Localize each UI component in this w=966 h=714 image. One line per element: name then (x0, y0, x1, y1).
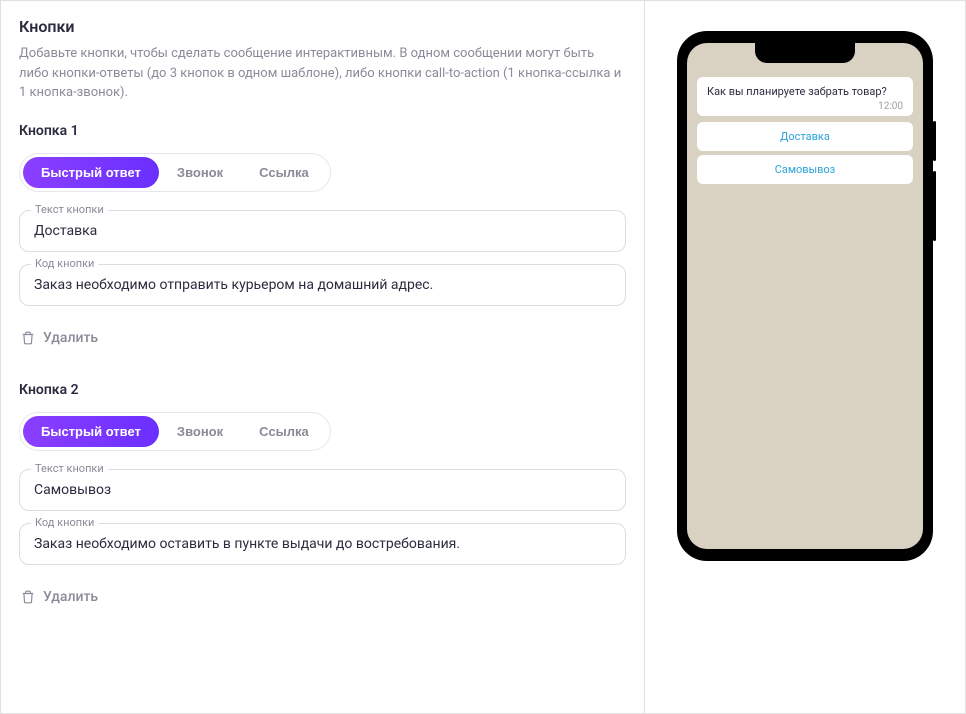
seg-link[interactable]: Ссылка (241, 416, 327, 447)
delete-button-1[interactable]: Удалить (19, 326, 100, 350)
seg-call[interactable]: Звонок (159, 157, 241, 188)
button-2-type-selector: Быстрый ответ Звонок Ссылка (19, 412, 331, 451)
seg-quick-reply[interactable]: Быстрый ответ (23, 416, 159, 447)
preview-message-time: 12:00 (707, 101, 903, 112)
preview-message-bubble: Как вы планируете забрать товар? 12:00 (697, 77, 913, 116)
delete-button-2[interactable]: Удалить (19, 585, 100, 609)
button-1-text-input[interactable] (19, 210, 626, 252)
field-label: Текст кнопки (31, 203, 108, 216)
button-1-code-field: Код кнопки (19, 264, 626, 306)
section-title: Кнопки (19, 17, 626, 36)
button-block-1-title: Кнопка 1 (19, 123, 626, 139)
button-block-2-title: Кнопка 2 (19, 382, 626, 398)
phone-side-button (933, 121, 936, 161)
phone-mockup: Как вы планируете забрать товар? 12:00 Д… (677, 31, 933, 561)
button-1-type-selector: Быстрый ответ Звонок Ссылка (19, 153, 331, 192)
preview-button-2[interactable]: Самовывоз (697, 155, 913, 184)
phone-screen: Как вы планируете забрать товар? 12:00 Д… (687, 43, 923, 549)
trash-icon (21, 590, 35, 604)
button-1-text-field: Текст кнопки (19, 210, 626, 252)
section-description: Добавьте кнопки, чтобы сделать сообщение… (19, 44, 626, 103)
button-2-text-field: Текст кнопки (19, 469, 626, 511)
field-label: Код кнопки (31, 516, 98, 529)
button-2-text-input[interactable] (19, 469, 626, 511)
delete-label: Удалить (43, 330, 98, 346)
button-1-code-input[interactable] (19, 264, 626, 306)
editor-panel: Кнопки Добавьте кнопки, чтобы сделать со… (1, 1, 645, 713)
preview-panel: Как вы планируете забрать товар? 12:00 Д… (645, 1, 965, 713)
preview-message-text: Как вы планируете забрать товар? (707, 85, 903, 99)
field-label: Текст кнопки (31, 462, 108, 475)
seg-quick-reply[interactable]: Быстрый ответ (23, 157, 159, 188)
seg-link[interactable]: Ссылка (241, 157, 327, 188)
field-label: Код кнопки (31, 257, 98, 270)
button-2-code-field: Код кнопки (19, 523, 626, 565)
phone-side-button (933, 171, 936, 241)
preview-button-1[interactable]: Доставка (697, 122, 913, 151)
button-2-code-input[interactable] (19, 523, 626, 565)
delete-label: Удалить (43, 589, 98, 605)
trash-icon (21, 331, 35, 345)
seg-call[interactable]: Звонок (159, 416, 241, 447)
phone-notch (755, 43, 855, 63)
